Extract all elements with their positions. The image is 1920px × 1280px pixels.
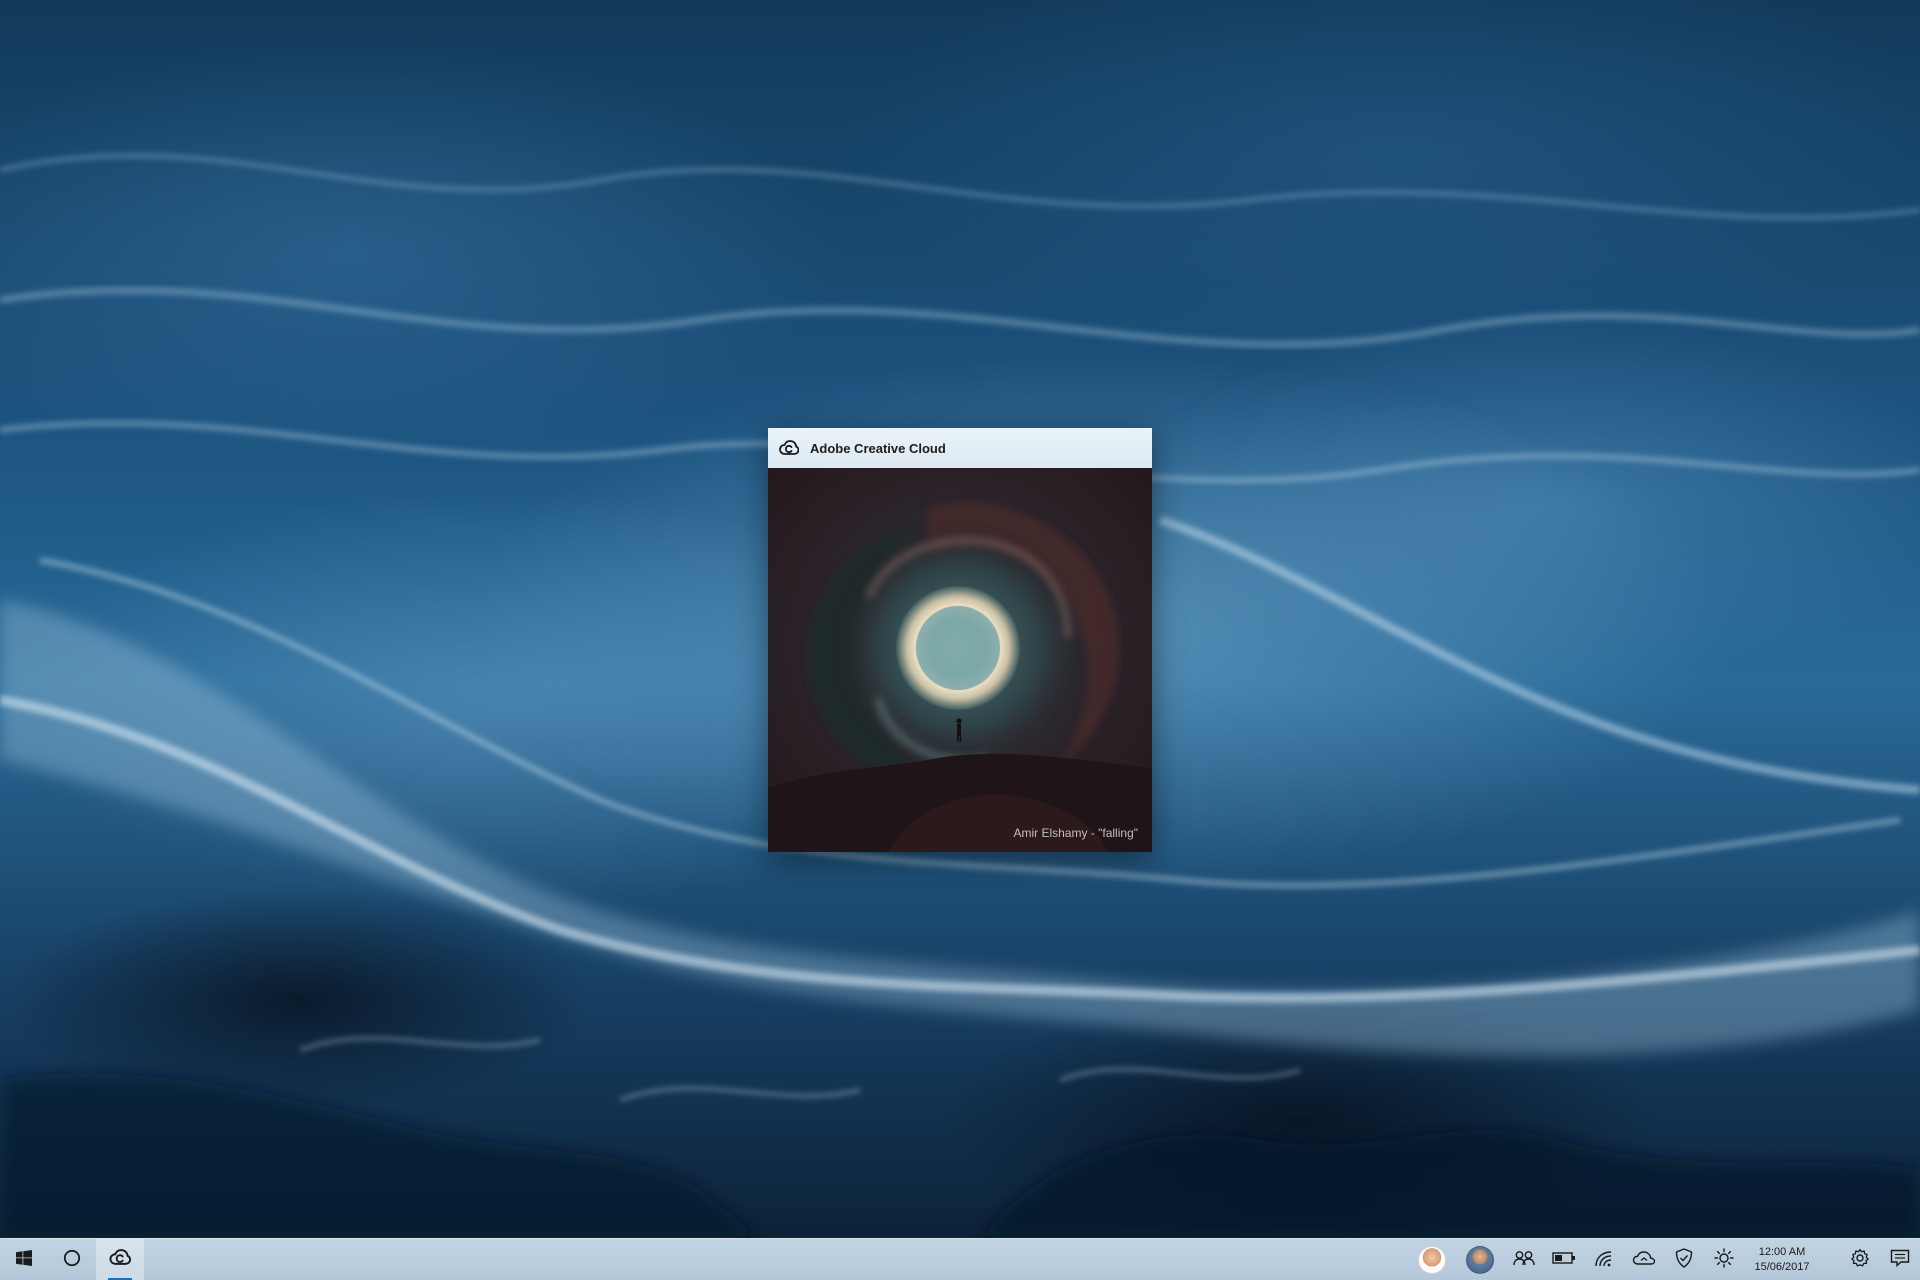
onedrive-button[interactable] [1624, 1239, 1664, 1280]
security-button[interactable] [1664, 1239, 1704, 1280]
settings-icon [1850, 1248, 1870, 1272]
taskbar-clock[interactable]: 12:00 AM 15/06/2017 [1744, 1239, 1820, 1280]
battery-icon [1552, 1250, 1576, 1269]
shield-icon [1675, 1247, 1693, 1272]
creative-cloud-icon [778, 437, 800, 459]
clock-time: 12:00 AM [1758, 1245, 1806, 1258]
widget-title: Adobe Creative Cloud [810, 440, 946, 456]
wifi-icon [1594, 1249, 1614, 1271]
brightness-icon [1714, 1247, 1734, 1272]
cortana-circle-icon [63, 1249, 81, 1271]
brightness-button[interactable] [1704, 1239, 1744, 1280]
artwork-credit: Amir Elshamy - "falling" [1013, 826, 1138, 840]
people-button[interactable] [1504, 1239, 1544, 1280]
action-center-icon [1890, 1249, 1910, 1271]
taskbar-app-creative-cloud[interactable] [96, 1238, 144, 1280]
people-avatar-1[interactable] [1418, 1245, 1446, 1274]
settings-button[interactable] [1840, 1239, 1880, 1280]
creative-cloud-widget[interactable]: Adobe Creative Cloud Amir Elshamy - "fal… [768, 428, 1152, 852]
battery-button[interactable] [1544, 1239, 1584, 1280]
start-button[interactable] [0, 1239, 48, 1280]
wifi-button[interactable] [1584, 1239, 1624, 1280]
widget-artwork[interactable]: Amir Elshamy - "falling" [768, 468, 1152, 852]
creative-cloud-icon [109, 1249, 132, 1270]
windows-logo-icon [16, 1249, 32, 1270]
artwork-illustration [768, 502, 1152, 852]
cortana-button[interactable] [48, 1239, 96, 1280]
people-icon [1513, 1250, 1535, 1270]
system-tray: 12:00 AM 15/06/2017 [1408, 1239, 1920, 1280]
people-avatar-2[interactable] [1466, 1245, 1494, 1274]
taskbar: 12:00 AM 15/06/2017 [0, 1238, 1920, 1280]
clock-date: 15/06/2017 [1754, 1260, 1810, 1273]
cloud-icon [1632, 1250, 1656, 1270]
widget-titlebar[interactable]: Adobe Creative Cloud [768, 428, 1152, 468]
action-center-button[interactable] [1880, 1239, 1920, 1280]
